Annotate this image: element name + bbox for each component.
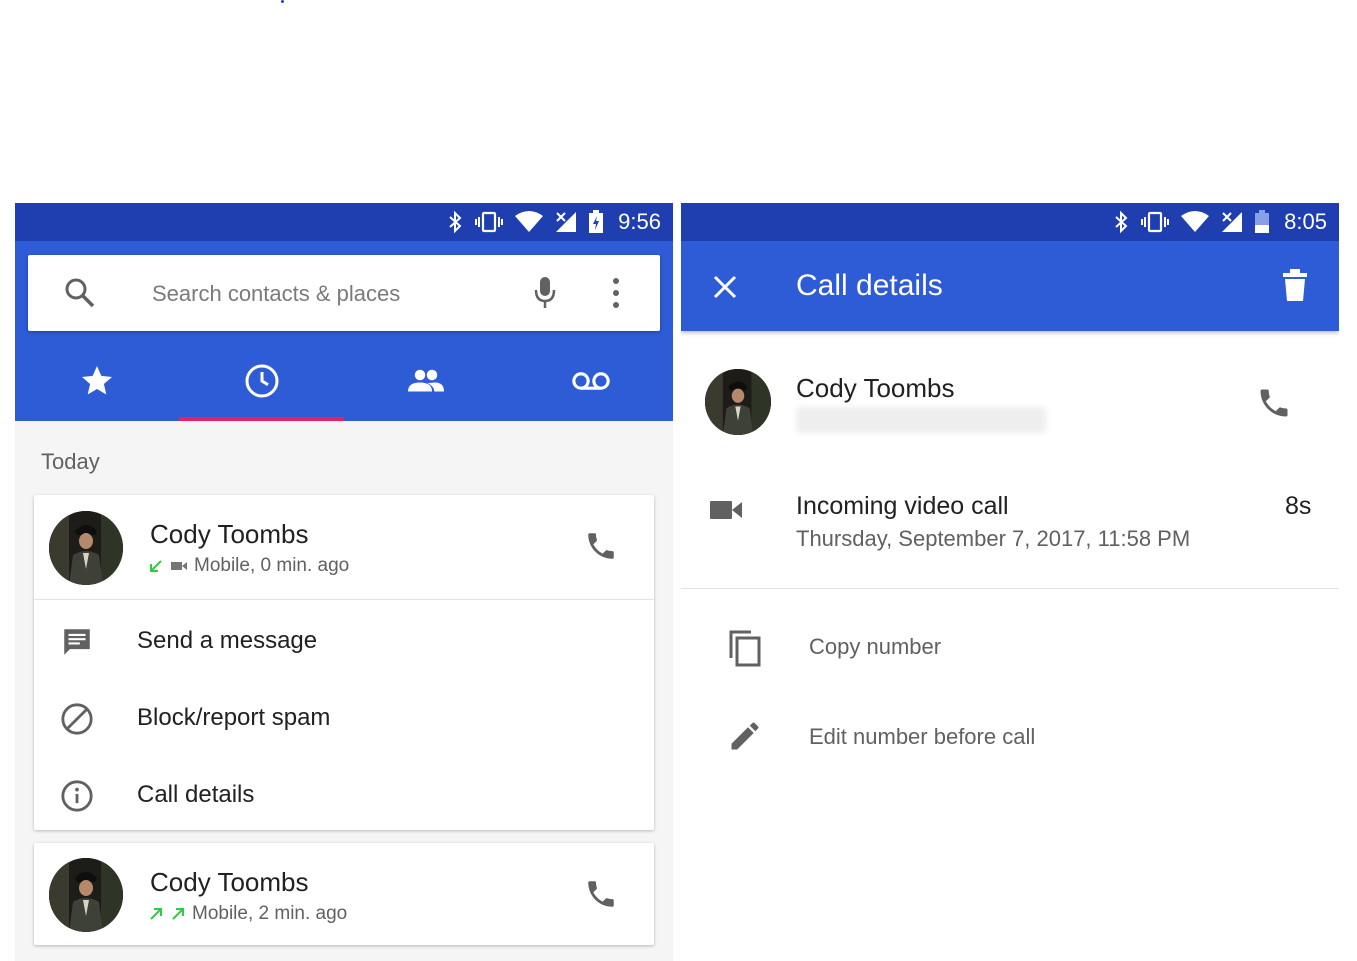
video-icon bbox=[710, 501, 742, 519]
divider bbox=[34, 599, 654, 600]
tab-favorites[interactable] bbox=[15, 341, 180, 421]
call-details-action[interactable]: Call details bbox=[34, 757, 654, 833]
edit-number-action[interactable]: Edit number before call bbox=[681, 708, 1339, 768]
action-label: Block/report spam bbox=[137, 704, 331, 731]
call-log-card-expanded: Cody Toombs Mobile, 0 min. ago Send a me… bbox=[34, 495, 654, 830]
app-bar: Call details bbox=[681, 241, 1339, 331]
search-bar[interactable]: Search contacts & places bbox=[28, 255, 660, 331]
block-icon bbox=[61, 703, 93, 735]
tab-recents[interactable] bbox=[180, 341, 345, 421]
avatar[interactable] bbox=[705, 369, 771, 435]
search-input[interactable]: Search contacts & places bbox=[152, 281, 400, 307]
phone-recents-screen: 9:56 Search contacts & places Today Cody… bbox=[15, 203, 673, 961]
phone-icon[interactable] bbox=[1256, 385, 1292, 421]
action-label: Copy number bbox=[809, 634, 942, 659]
status-time: 8:05 bbox=[1284, 209, 1327, 234]
contact-name: Cody Toombs bbox=[796, 373, 955, 403]
call-date: Thursday, September 7, 2017, 11:58 PM bbox=[796, 526, 1191, 551]
more-vert-icon[interactable] bbox=[610, 277, 622, 309]
call-detail-text: Mobile, 0 min. ago bbox=[194, 555, 350, 576]
video-icon bbox=[171, 562, 187, 570]
wifi-icon bbox=[515, 211, 544, 232]
copy-number-action[interactable]: Copy number bbox=[681, 618, 1339, 678]
bluetooth-icon bbox=[1115, 210, 1128, 234]
call-info: Mobile, 2 min. ago bbox=[148, 903, 347, 925]
tab-bar bbox=[15, 341, 673, 421]
copy-icon bbox=[729, 630, 761, 667]
phone-call-details-screen: 8:05 Call details Cody Toombs Incoming v… bbox=[681, 203, 1339, 961]
close-icon[interactable] bbox=[711, 273, 739, 301]
action-label: Send a message bbox=[137, 627, 318, 654]
stray-dot bbox=[281, 0, 284, 3]
signal-icon bbox=[556, 212, 577, 232]
microphone-icon[interactable] bbox=[533, 275, 557, 311]
outgoing-arrow-icon bbox=[150, 908, 162, 920]
call-info: Mobile, 0 min. ago bbox=[148, 555, 349, 577]
star-icon bbox=[82, 366, 113, 395]
divider bbox=[681, 588, 1339, 589]
section-header-today: Today bbox=[41, 449, 100, 474]
tab-indicator bbox=[179, 417, 344, 421]
call-log-card[interactable]: Cody Toombs Mobile, 2 min. ago bbox=[34, 843, 654, 945]
status-bar: 8:05 bbox=[681, 203, 1339, 241]
pencil-icon bbox=[731, 722, 759, 750]
action-label: Call details bbox=[137, 781, 255, 808]
search-icon[interactable] bbox=[64, 277, 96, 309]
tab-contacts[interactable] bbox=[344, 341, 509, 421]
outgoing-arrow-icon bbox=[172, 908, 184, 920]
contact-number-redacted bbox=[796, 407, 1046, 433]
battery-icon bbox=[1255, 210, 1270, 233]
signal-icon bbox=[1222, 212, 1243, 232]
status-bar: 9:56 bbox=[15, 203, 673, 241]
call-history-row: Incoming video call Thursday, September … bbox=[681, 488, 1339, 558]
block-report-spam-action[interactable]: Block/report spam bbox=[34, 680, 654, 756]
call-log-entry[interactable]: Cody Toombs Mobile, 0 min. ago bbox=[34, 495, 654, 599]
phone-icon[interactable] bbox=[584, 529, 618, 563]
call-type: Incoming video call bbox=[796, 492, 1009, 520]
avatar[interactable] bbox=[49, 858, 123, 932]
avatar[interactable] bbox=[49, 511, 123, 585]
voicemail-icon bbox=[572, 372, 610, 390]
phone-icon[interactable] bbox=[584, 877, 618, 911]
wifi-icon bbox=[1181, 211, 1210, 232]
vibrate-icon bbox=[1141, 211, 1170, 233]
incoming-arrow-icon bbox=[150, 560, 162, 572]
info-icon bbox=[61, 780, 93, 812]
message-icon bbox=[64, 629, 90, 655]
bluetooth-icon bbox=[449, 210, 462, 234]
action-label: Edit number before call bbox=[809, 724, 1036, 749]
page-title: Call details bbox=[796, 269, 943, 302]
dialer-header: Search contacts & places bbox=[15, 241, 673, 421]
tab-voicemail[interactable] bbox=[509, 341, 674, 421]
send-message-action[interactable]: Send a message bbox=[34, 603, 654, 679]
contact-name: Cody Toombs bbox=[150, 867, 309, 897]
people-icon bbox=[408, 369, 445, 392]
call-duration: 8s bbox=[1285, 492, 1312, 520]
delete-icon[interactable] bbox=[1281, 269, 1309, 303]
contact-row: Cody Toombs bbox=[681, 363, 1339, 443]
clock-icon bbox=[245, 364, 279, 398]
vibrate-icon bbox=[475, 211, 504, 233]
call-detail-text: Mobile, 2 min. ago bbox=[192, 903, 348, 924]
status-time: 9:56 bbox=[618, 209, 661, 234]
battery-charging-icon bbox=[589, 210, 604, 233]
contact-name: Cody Toombs bbox=[150, 519, 309, 549]
